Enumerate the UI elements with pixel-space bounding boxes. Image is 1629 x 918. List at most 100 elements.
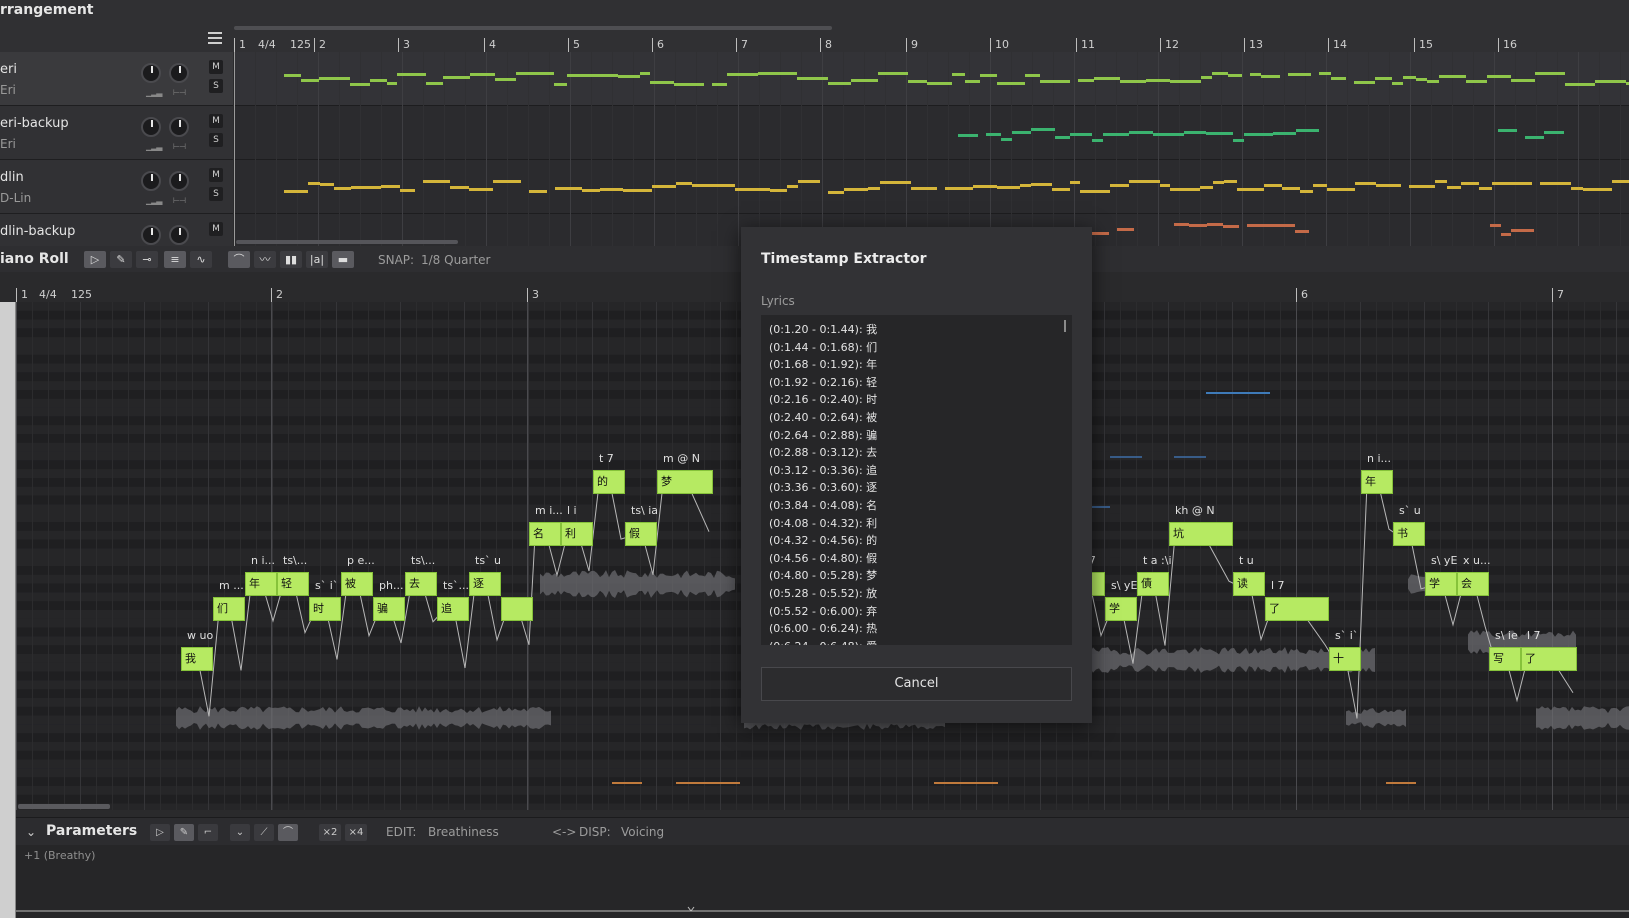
pan-knob[interactable] — [169, 171, 189, 191]
swap-icon[interactable]: <-> — [552, 825, 576, 839]
snap-select[interactable]: 1/8 Quarter — [421, 253, 491, 267]
param-select-tool-icon[interactable]: ▷ — [150, 824, 170, 841]
solo-button[interactable]: S — [209, 187, 223, 201]
pan-knob[interactable] — [169, 63, 189, 83]
portamento-toggle-icon[interactable]: ⌒ — [228, 251, 250, 268]
gain-knob[interactable] — [141, 63, 161, 83]
note[interactable]: 利 — [561, 522, 593, 546]
lyric-line: (0:3.84 - 0:4.08): 名 — [769, 498, 878, 512]
piano-keys[interactable] — [0, 302, 16, 918]
note[interactable]: 假 — [625, 522, 657, 546]
parameters-lane[interactable]: +1 (Breathy) — [16, 845, 1629, 918]
param-pencil-tool-icon[interactable]: ✎ — [174, 824, 194, 841]
bar-number: 13 — [1244, 38, 1263, 52]
note-phoneme: t 7 — [599, 452, 614, 465]
note[interactable]: 了 — [1521, 647, 1577, 671]
snap-label: SNAP: — [378, 253, 415, 267]
chevron-down-icon[interactable]: ⌄ — [26, 825, 36, 839]
note-phoneme: x u... — [1463, 554, 1491, 567]
note[interactable]: 去 — [405, 572, 437, 596]
note[interactable]: 年 — [245, 572, 277, 596]
bar-number: 3 — [398, 38, 410, 52]
clip-toggle-icon[interactable]: ▬ — [332, 251, 354, 268]
note[interactable] — [501, 597, 533, 621]
gain-knob[interactable] — [141, 171, 161, 191]
track-header[interactable]: eri Eri ▁▂▃ ⊢⊣ M S — [0, 52, 233, 106]
note[interactable]: 十 — [1329, 647, 1361, 671]
param-smooth-icon[interactable]: ⌒ — [278, 824, 298, 841]
note[interactable]: 名 — [529, 522, 561, 546]
note[interactable]: 学 — [1105, 597, 1137, 621]
solo-button[interactable]: S — [209, 133, 223, 147]
note[interactable]: 时 — [309, 597, 341, 621]
note[interactable]: 书 — [1393, 522, 1425, 546]
link-tool-icon[interactable]: ⊸ — [136, 251, 158, 268]
piano-roll-scrollbar[interactable] — [18, 804, 110, 809]
bar-number: 14 — [1328, 38, 1347, 52]
track-header[interactable]: eri-backup Eri ▁▂▃ ⊢⊣ M S — [0, 106, 233, 160]
lyrics-textarea[interactable]: (0:1.20 - 0:1.44): 我 (0:1.44 - 0:1.68): 们… — [761, 315, 1072, 645]
lyrics-scrollbar[interactable] — [1064, 320, 1066, 332]
edit-param-select[interactable]: Breathiness — [428, 825, 499, 839]
note[interactable]: 追 — [437, 597, 469, 621]
pan-knob[interactable] — [169, 225, 189, 245]
multiply-4-button[interactable]: ×4 — [345, 824, 367, 841]
edit-label: EDIT: — [386, 825, 417, 839]
gain-knob[interactable] — [141, 117, 161, 137]
select-tool-icon[interactable]: ▷ — [84, 251, 106, 268]
lyric-line: (0:3.12 - 0:3.36): 追 — [769, 463, 878, 477]
note[interactable]: 我 — [181, 647, 213, 671]
mute-button[interactable]: M — [209, 114, 223, 128]
note[interactable]: 了 — [1265, 597, 1329, 621]
note[interactable]: 的 — [593, 470, 625, 494]
note[interactable]: 年 — [1361, 470, 1393, 494]
note[interactable]: 读 — [1233, 572, 1265, 596]
note[interactable]: 们 — [213, 597, 245, 621]
snap-notes-tool-icon[interactable]: ≡ — [164, 251, 186, 268]
lyrics-label: Lyrics — [761, 294, 795, 308]
note-phoneme: l i — [567, 504, 577, 517]
note[interactable]: 被 — [341, 572, 373, 596]
gain-knob[interactable] — [141, 225, 161, 245]
arrangement-top-scrollbar[interactable] — [234, 26, 832, 30]
cancel-button[interactable]: Cancel — [761, 667, 1072, 701]
param-ramp-icon[interactable]: ⟋ — [254, 824, 274, 841]
note[interactable]: 坑 — [1169, 522, 1233, 546]
track-name: eri-backup — [0, 116, 69, 131]
track-header[interactable]: dlin-backup M — [0, 214, 233, 246]
note[interactable]: 骗 — [373, 597, 405, 621]
solo-button[interactable]: S — [209, 79, 223, 93]
pitch-curve-tool-icon[interactable]: ∿ — [190, 251, 212, 268]
bar-number: 12 — [1160, 38, 1179, 52]
arrangement-scrollbar[interactable] — [236, 240, 458, 244]
note[interactable]: 学 — [1425, 572, 1457, 596]
arrangement-lanes[interactable] — [234, 52, 1629, 246]
gain-meter-icon: ▁▂▃ — [146, 196, 163, 205]
disp-param-select[interactable]: Voicing — [621, 825, 664, 839]
mute-button[interactable]: M — [209, 222, 223, 236]
mute-button[interactable]: M — [209, 168, 223, 182]
arrangement-menu-icon[interactable] — [208, 32, 222, 46]
note[interactable]: 写 — [1489, 647, 1521, 671]
note[interactable]: 債 — [1137, 572, 1169, 596]
mute-button[interactable]: M — [209, 60, 223, 74]
param-line-tool-icon[interactable]: ⌐ — [198, 824, 218, 841]
note[interactable]: 轻 — [277, 572, 309, 596]
bar-number: 8 — [820, 38, 832, 52]
note[interactable]: 会 — [1457, 572, 1489, 596]
arrangement-ruler[interactable]: 4/4 125 1 2 3 4 5 6 7 8 9 10 11 12 13 14 15 16 — [234, 38, 1629, 52]
track-header[interactable]: dlin D-Lin ▁▂▃ ⊢⊣ M S — [0, 160, 233, 214]
pencil-tool-icon[interactable]: ✎ — [110, 251, 132, 268]
note[interactable]: 逐 — [469, 572, 501, 596]
note-phoneme: ts`... — [443, 579, 470, 592]
vibrato-toggle-icon[interactable]: 〰 — [254, 251, 276, 268]
bar-number: 10 — [990, 38, 1009, 52]
waveform-toggle-icon[interactable]: ▮▮ — [280, 251, 302, 268]
pan-knob[interactable] — [169, 117, 189, 137]
bar-number: 7 — [736, 38, 748, 52]
phoneme-toggle-icon[interactable]: |a| — [306, 251, 328, 268]
param-lower-icon[interactable]: ⌄ — [230, 824, 250, 841]
disp-label: DISP: — [579, 825, 611, 839]
note[interactable]: 梦 — [657, 470, 713, 494]
multiply-2-button[interactable]: ×2 — [319, 824, 341, 841]
